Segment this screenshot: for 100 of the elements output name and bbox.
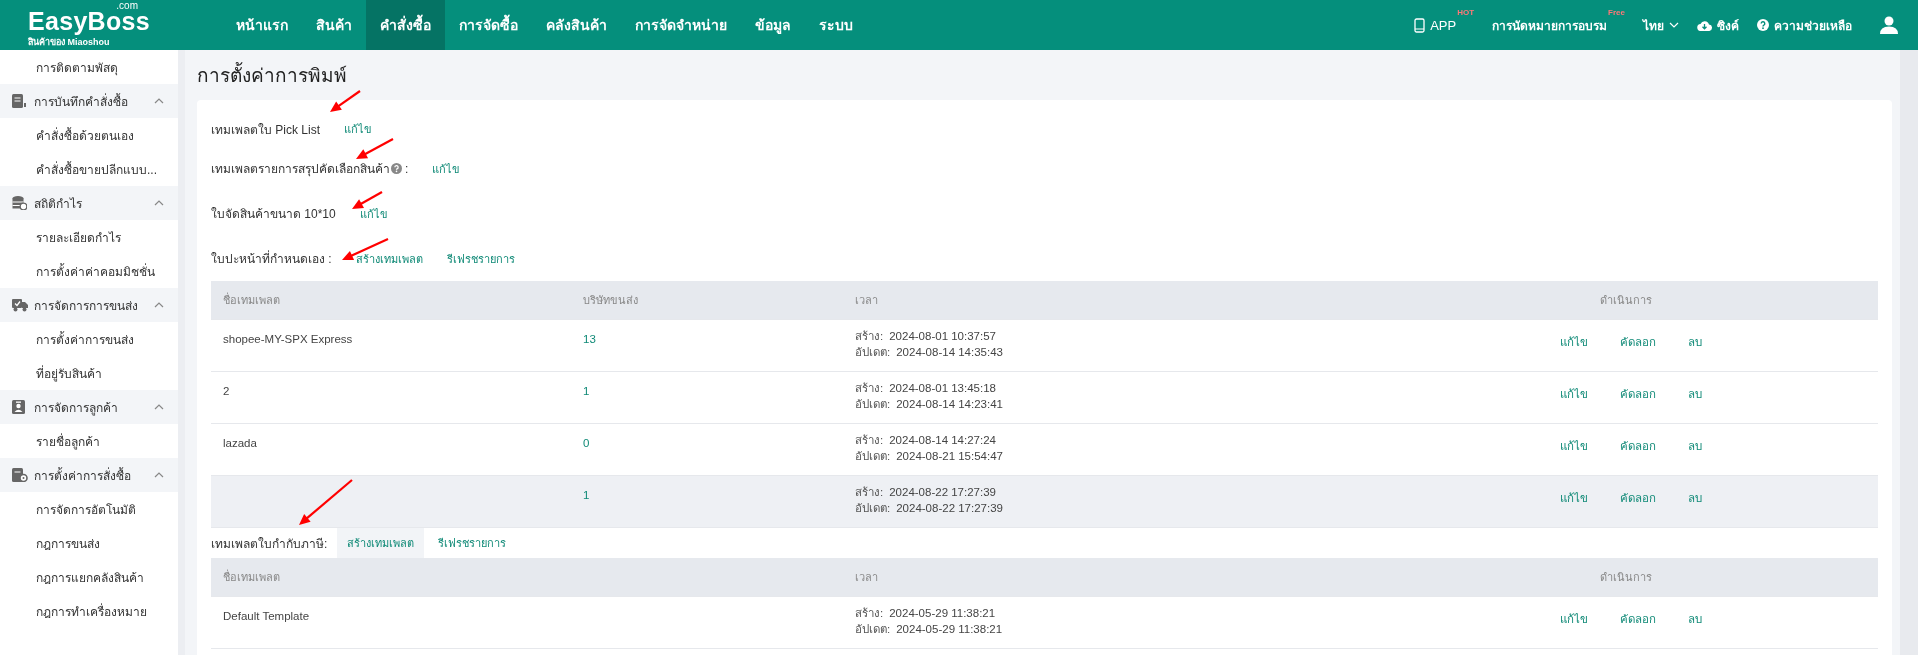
column-header: เวลา bbox=[854, 293, 879, 308]
sidebar-group[interactable]: การบันทึกคำสั่งซื้อ bbox=[0, 84, 178, 118]
action-link[interactable]: แก้ไข bbox=[349, 201, 398, 226]
updated-time: 2024-05-29 11:38:21 bbox=[896, 623, 1003, 635]
action-link[interactable]: สร้างเทมเพลต bbox=[345, 246, 433, 271]
created-label: สร้าง: bbox=[855, 382, 884, 394]
carrier-count-link[interactable]: 1 bbox=[583, 489, 590, 501]
table-cell: Default Template bbox=[223, 610, 310, 622]
carrier-count-link[interactable]: 1 bbox=[583, 385, 590, 397]
annotation-arrow bbox=[299, 479, 353, 525]
created-label: สร้าง: bbox=[855, 330, 884, 342]
updated-time: 2024-08-22 17:27:39 bbox=[896, 502, 1003, 514]
action-link[interactable]: แก้ไข bbox=[1560, 610, 1588, 628]
logo-text: EasyBoss bbox=[28, 9, 150, 33]
setting-label: เทมเพลตใบ Pick List bbox=[211, 121, 320, 139]
sidebar-item[interactable]: การติดตามพัสดุ bbox=[0, 50, 178, 84]
action-link[interactable]: แก้ไข bbox=[1560, 489, 1588, 507]
action-link[interactable]: รีเฟรชรายการ bbox=[436, 246, 525, 271]
setting-label: ใบปะหน้าที่กำหนดเอง : bbox=[211, 249, 332, 268]
training-link[interactable]: การนัดหมายการอบรม bbox=[1492, 15, 1608, 35]
sidebar-item[interactable]: กฎการแยกคลังสินค้า bbox=[0, 560, 178, 594]
carrier-count-link[interactable]: 13 bbox=[583, 333, 596, 345]
action-link[interactable]: สร้างเทมเพลต bbox=[337, 528, 425, 558]
action-link[interactable]: คัดลอก bbox=[1620, 437, 1656, 455]
sidebar-item[interactable]: รายละเอียดกำไร bbox=[0, 220, 178, 254]
created-time: 2024-08-01 10:37:57 bbox=[889, 330, 996, 342]
action-link[interactable]: ลบ bbox=[1688, 610, 1702, 628]
nav-tab[interactable]: คำสั่งซื้อ bbox=[366, 0, 445, 50]
database-icon bbox=[12, 196, 27, 210]
setting-label: เทมเพลตรายการสรุปคัดเลือกสินค้า bbox=[211, 161, 390, 178]
action-link[interactable]: แก้ไข bbox=[334, 117, 382, 141]
help-link[interactable]: ความช่วยเหลือ bbox=[1757, 15, 1852, 35]
action-link[interactable]: คัดลอก bbox=[1620, 489, 1656, 507]
created-label: สร้าง: bbox=[855, 434, 884, 446]
setting-label: เทมเพลตใบกำกับภาษี: bbox=[211, 535, 328, 553]
help-icon bbox=[1757, 19, 1769, 31]
nav-tab[interactable]: ระบบ bbox=[805, 0, 867, 50]
column-header: เวลา bbox=[854, 570, 879, 585]
action-link[interactable]: แก้ไข bbox=[1560, 385, 1588, 403]
sidebar-item[interactable]: กฎการขนส่ง bbox=[0, 526, 178, 560]
action-link[interactable]: แก้ไข bbox=[1560, 437, 1588, 455]
logo-tagline: สินค้าของ Miaoshou bbox=[28, 36, 111, 49]
sidebar-group[interactable]: การจัดการลูกค้า bbox=[0, 390, 178, 424]
language-selector[interactable]: ไทย bbox=[1643, 15, 1679, 35]
created-time: 2024-05-29 11:38:21 bbox=[889, 607, 996, 619]
updated-time: 2024-08-14 14:35:43 bbox=[896, 346, 1003, 358]
phone-icon bbox=[1414, 17, 1426, 33]
updated-label: อัปเดต: bbox=[855, 502, 891, 514]
updated-label: อัปเดต: bbox=[855, 450, 891, 462]
sidebar-item[interactable]: การตั้งค่าการขนส่ง bbox=[0, 322, 178, 356]
action-link[interactable]: ลบ bbox=[1688, 385, 1702, 403]
action-link[interactable]: ลบ bbox=[1688, 489, 1702, 507]
created-time: 2024-08-14 14:27:24 bbox=[889, 434, 996, 446]
sidebar-item[interactable]: รายชื่อลูกค้า bbox=[0, 424, 178, 458]
sync-button[interactable]: ซิงค์ bbox=[1697, 15, 1739, 35]
sidebar-group[interactable]: สถิติกำไร bbox=[0, 186, 178, 220]
nav-tab[interactable]: ข้อมูล bbox=[741, 0, 805, 50]
sidebar-group[interactable]: การจัดการการขนส่ง bbox=[0, 288, 178, 322]
action-link[interactable]: คัดลอก bbox=[1620, 333, 1656, 351]
sidebar-item[interactable]: ที่อยู่รับสินค้า bbox=[0, 356, 178, 390]
updated-label: อัปเดต: bbox=[855, 398, 891, 410]
action-link[interactable]: ลบ bbox=[1688, 437, 1702, 455]
setting-label: ใบจัดสินค้าขนาด 10*10 bbox=[211, 206, 336, 223]
scrollbar[interactable] bbox=[178, 50, 185, 655]
updated-label: อัปเดต: bbox=[855, 623, 891, 635]
user-icon[interactable] bbox=[1880, 16, 1898, 34]
sidebar-item[interactable]: คำสั่งซื้อด้วยตนเอง bbox=[0, 118, 178, 152]
action-link[interactable]: คัดลอก bbox=[1620, 610, 1656, 628]
nav-tab[interactable]: สินค้า bbox=[302, 0, 366, 50]
created-time: 2024-08-22 17:27:39 bbox=[889, 486, 996, 498]
nav-tab[interactable]: การจัดซื้อ bbox=[445, 0, 532, 50]
label-colon: : bbox=[405, 161, 409, 176]
help-icon[interactable] bbox=[391, 163, 402, 174]
scrollbar[interactable] bbox=[1900, 50, 1918, 655]
sidebar-item[interactable]: การตั้งค่าค่าคอมมิชชั่น bbox=[0, 254, 178, 288]
sidebar-item[interactable]: กฎการทำเครื่องหมาย bbox=[0, 594, 178, 628]
action-link[interactable]: ลบ bbox=[1688, 333, 1702, 351]
nav-tab[interactable]: หน้าแรก bbox=[222, 0, 302, 50]
action-link[interactable]: คัดลอก bbox=[1620, 385, 1656, 403]
nav-tab[interactable]: คลังสินค้า bbox=[532, 0, 621, 50]
sidebar-item[interactable]: คำสั่งซื้อขายปลีกแบบ... bbox=[0, 152, 178, 186]
nav-tab[interactable]: การจัดจำหน่าย bbox=[621, 0, 741, 50]
updated-time: 2024-08-21 15:54:47 bbox=[896, 450, 1003, 462]
column-header: บริษัทขนส่ง bbox=[582, 293, 639, 308]
sidebar-group[interactable]: การตั้งค่าการสั่งซื้อ bbox=[0, 458, 178, 492]
action-link[interactable]: แก้ไข bbox=[1560, 333, 1588, 351]
app-link[interactable]: APP bbox=[1414, 17, 1457, 33]
logo-domain: .com bbox=[116, 1, 138, 10]
annotation-arrow bbox=[356, 138, 394, 159]
document-gear-icon bbox=[12, 468, 28, 482]
free-label: Free bbox=[1608, 8, 1625, 17]
sidebar-item[interactable]: การจัดการอัตโนมัติ bbox=[0, 492, 178, 526]
updated-time: 2024-08-14 14:23:41 bbox=[896, 398, 1003, 410]
carrier-count-link[interactable]: 0 bbox=[583, 437, 590, 449]
page-title: การตั้งค่าการพิมพ์ bbox=[197, 50, 1892, 100]
action-link[interactable]: แก้ไข bbox=[422, 156, 471, 181]
table-cell: 2 bbox=[223, 385, 230, 397]
cloud-download-icon bbox=[1697, 19, 1712, 31]
action-link[interactable]: รีเฟรชรายการ bbox=[428, 528, 517, 558]
table-cell: lazada bbox=[223, 437, 257, 449]
